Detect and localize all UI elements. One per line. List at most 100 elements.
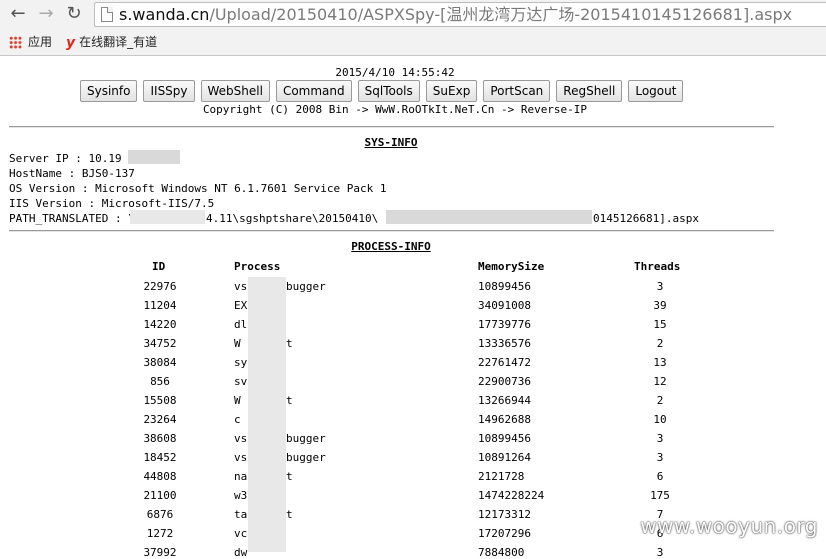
- page-icon: [101, 7, 113, 22]
- iisspy-button[interactable]: IISSpy: [143, 80, 195, 102]
- memory-size: 34091008: [478, 299, 531, 312]
- memory-size: 10899456: [478, 432, 531, 445]
- col-header-id: ID: [152, 260, 166, 273]
- logout-button[interactable]: Logout: [628, 80, 684, 102]
- memory-size: 17207296: [478, 527, 531, 540]
- process-name: EX: [234, 299, 248, 312]
- process-id: 44808: [143, 470, 177, 483]
- url-path: /Upload/20150410/ASPXSpy-[温州龙湾万达广场-20154…: [209, 5, 793, 24]
- suexp-button[interactable]: SuExp: [425, 80, 478, 102]
- thread-count: 13: [653, 356, 667, 369]
- bookmark-apps[interactable]: 应用: [9, 34, 52, 52]
- process-name: sy: [234, 356, 248, 369]
- process-name: vc: [234, 527, 248, 540]
- process-name: vs: [234, 280, 248, 293]
- path-translated-suffix: 0145126681].aspx: [593, 212, 699, 225]
- forward-arrow-icon[interactable]: →: [36, 4, 56, 24]
- process-id: 1272: [146, 527, 174, 540]
- address-bar[interactable]: s.wanda.cn/Upload/20150410/ASPXSpy-[温州龙湾…: [94, 2, 826, 27]
- col-header-memory: MemorySize: [478, 260, 545, 273]
- iis-version: IIS Version : Microsoft-IIS/7.5: [9, 197, 215, 210]
- back-arrow-icon[interactable]: ←: [8, 4, 28, 24]
- thread-count: 15: [653, 318, 667, 331]
- server-ip: Server IP : 10.19: [9, 152, 122, 165]
- process-name: vs: [234, 432, 248, 445]
- process-name: vs: [234, 451, 248, 464]
- process-name: dl: [234, 318, 248, 331]
- process-name-suffix: bugger: [286, 451, 326, 464]
- process-name-suffix: bugger: [286, 432, 326, 445]
- thread-count: 3: [656, 432, 664, 445]
- sysinfo-title: SYS-INFO: [364, 136, 418, 149]
- process-name: sv: [234, 375, 248, 388]
- process-id: 34752: [143, 337, 177, 350]
- memory-size: 10891264: [478, 451, 531, 464]
- apps-grid-icon: [9, 36, 22, 49]
- memory-size: 1474228224: [478, 489, 545, 502]
- bookmark-label: 应用: [28, 35, 53, 49]
- process-id: 21100: [143, 489, 177, 502]
- webshell-button[interactable]: WebShell: [200, 80, 270, 102]
- process-id: 11204: [143, 299, 177, 312]
- url-text[interactable]: s.wanda.cn/Upload/20150410/ASPXSpy-[温州龙湾…: [119, 4, 792, 26]
- copyright-line: Copyright (C) 2008 Bin -> WwW.RoOTkIt.Ne…: [202, 103, 588, 116]
- command-button[interactable]: Command: [275, 80, 352, 102]
- portscan-button[interactable]: PortScan: [483, 80, 551, 102]
- process-name: w3: [234, 489, 248, 502]
- process-id: 856: [150, 375, 170, 388]
- memory-size: 12173312: [478, 508, 531, 521]
- col-header-process: Process: [234, 260, 281, 273]
- reload-icon[interactable]: ↻: [64, 4, 84, 24]
- process-id: 6876: [146, 508, 174, 521]
- process-id: 18452: [143, 451, 177, 464]
- process-name-suffix: bugger: [286, 280, 326, 293]
- redaction-blur: [130, 210, 205, 224]
- regshell-button[interactable]: RegShell: [556, 80, 623, 102]
- redaction-blur: [128, 150, 180, 164]
- toolbar: Sysinfo IISSpy WebShell Command SqlTools…: [80, 80, 684, 102]
- process-info-title: PROCESS-INFO: [351, 240, 431, 253]
- process-name: ta: [234, 508, 248, 521]
- youdao-logo-icon: y: [66, 34, 76, 51]
- memory-size: 22900736: [478, 375, 531, 388]
- process-name-suffix: t: [286, 508, 293, 521]
- thread-count: 3: [656, 451, 664, 464]
- hostname: HostName : BJS0-137: [9, 167, 135, 180]
- thread-count: 2: [656, 337, 664, 350]
- memory-size: 17739776: [478, 318, 531, 331]
- memory-size: 13266944: [478, 394, 531, 407]
- redaction-blur: [248, 277, 286, 552]
- process-id: 22976: [143, 280, 177, 293]
- process-name: c: [234, 413, 241, 426]
- process-name: W: [234, 394, 241, 407]
- process-name: dw: [234, 546, 248, 559]
- sqltools-button[interactable]: SqlTools: [357, 80, 420, 102]
- watermark: www.wooyun.org: [640, 514, 818, 538]
- process-id: 23264: [143, 413, 177, 426]
- bookmarks-bar: 应用 y 在线翻译_有道: [0, 30, 826, 54]
- memory-size: 13336576: [478, 337, 531, 350]
- memory-size: 22761472: [478, 356, 531, 369]
- process-id: 37992: [143, 546, 177, 559]
- page-content: 2015/4/10 14:55:42 Sysinfo IISSpy WebShe…: [0, 57, 826, 559]
- redaction-blur: [386, 210, 592, 224]
- thread-count: 3: [656, 280, 664, 293]
- sysinfo-button[interactable]: Sysinfo: [80, 80, 138, 102]
- path-translated-middle: 4.11\sgshptshare\20150410\: [206, 212, 379, 225]
- divider: [9, 230, 774, 232]
- thread-count: 175: [650, 489, 670, 502]
- os-version: OS Version : Microsoft Windows NT 6.1.76…: [9, 182, 387, 195]
- memory-size: 7884800: [478, 546, 525, 559]
- thread-count: 39: [653, 299, 667, 312]
- browser-chrome: ← → ↻ s.wanda.cn/Upload/20150410/ASPXSpy…: [0, 0, 826, 56]
- url-host: s.wanda.cn: [119, 5, 210, 24]
- process-id: 38084: [143, 356, 177, 369]
- thread-count: 10: [653, 413, 667, 426]
- memory-size: 2121728: [478, 470, 525, 483]
- divider: [9, 126, 774, 128]
- memory-size: 14962688: [478, 413, 531, 426]
- thread-count: 12: [653, 375, 667, 388]
- thread-count: 3: [656, 546, 664, 559]
- bookmark-youdao[interactable]: y 在线翻译_有道: [66, 34, 157, 52]
- process-name: na: [234, 470, 248, 483]
